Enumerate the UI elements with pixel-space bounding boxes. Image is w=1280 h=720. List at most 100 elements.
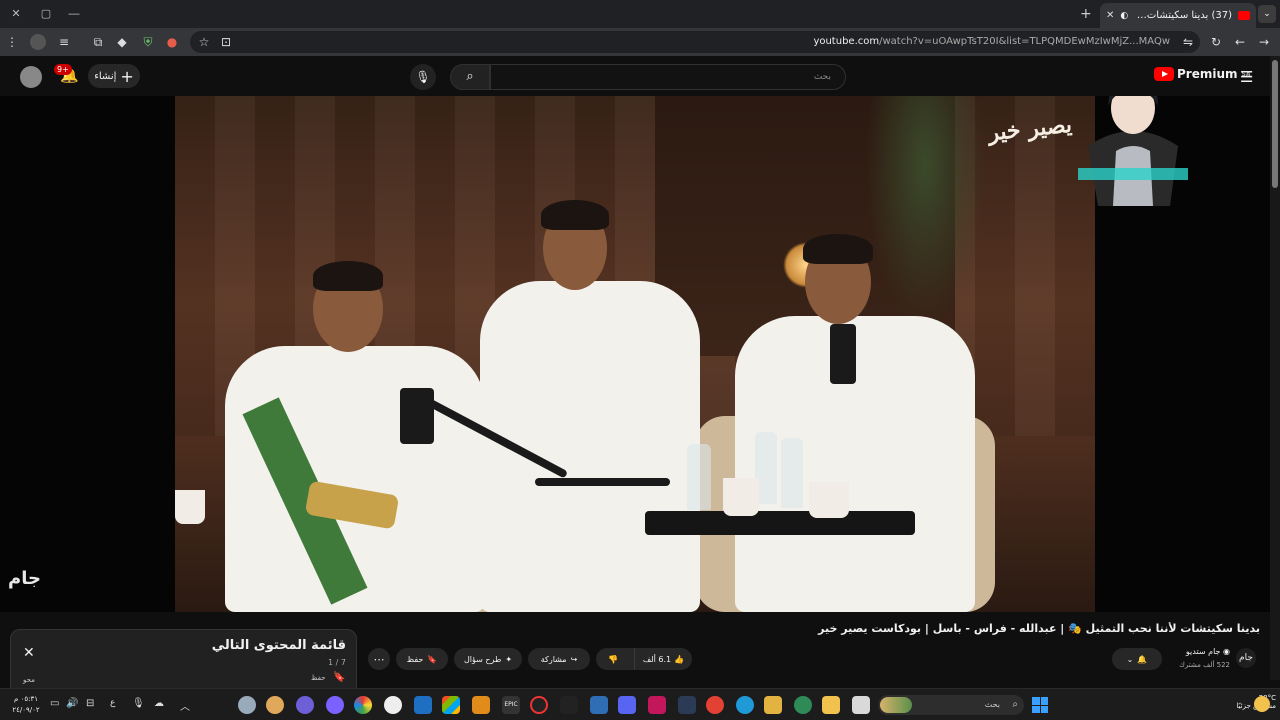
start-button[interactable] xyxy=(1032,697,1048,713)
bell-icon: 🔔 xyxy=(1137,654,1148,664)
thumbs-down-icon: 👎 xyxy=(608,654,618,664)
queue-title: قائمة المحتوى التالي xyxy=(211,638,346,653)
system-clock[interactable]: ٠٥:٣١ م ٢٤/٠٩/٠٢ xyxy=(8,694,44,716)
vtuber-avatar-overlay xyxy=(1058,96,1208,206)
taskbar-search-label: بحث xyxy=(984,700,1000,709)
app-w-icon[interactable] xyxy=(384,696,402,714)
mic-arm-center xyxy=(535,478,670,486)
mail-icon[interactable] xyxy=(590,696,608,714)
channel-avatar[interactable]: جام xyxy=(1236,648,1256,668)
task-view-icon[interactable] xyxy=(852,696,870,714)
extension-diamond-icon[interactable]: ◆ xyxy=(114,34,130,50)
taskbar-search[interactable]: ⌕ بحث xyxy=(878,695,1024,715)
queue-save-label[interactable]: حفظ xyxy=(311,674,326,682)
windows-taskbar: 28°C مشمس جزئيًا ⌕ بحث EPIC ︿ ☁ 🎙 ع ⊟ 🔊 … xyxy=(0,688,1280,720)
extension-flame-icon[interactable]: ● xyxy=(164,34,180,50)
app-face-icon[interactable] xyxy=(266,696,284,714)
install-app-icon[interactable]: ⊡ xyxy=(218,34,234,50)
tray-chevron-icon[interactable]: ︿ xyxy=(180,698,190,713)
site-settings-icon[interactable]: ⇋ xyxy=(1180,34,1196,50)
guide-menu-icon[interactable]: ☰ xyxy=(1240,68,1253,86)
extensions-icon[interactable]: ⧉ xyxy=(90,34,106,50)
audio-icon[interactable]: ◐ xyxy=(1120,11,1128,21)
app-window-icon[interactable] xyxy=(414,696,432,714)
voice-search-mic-icon[interactable]: 🎙 xyxy=(410,64,436,90)
queue-bookmark-icon[interactable]: 🔖 xyxy=(333,672,345,683)
forward-icon[interactable]: ← xyxy=(1232,34,1248,50)
file-explorer-icon[interactable] xyxy=(764,696,782,714)
water-bottle-1 xyxy=(687,444,711,510)
create-button[interactable]: + إنشاء xyxy=(88,64,140,88)
app-orb-icon[interactable] xyxy=(296,696,314,714)
tab-search-button[interactable]: ⌄ xyxy=(1258,5,1276,23)
video-title: بدينا سكيتشات لأننا نحب التمثيل 🎭 | عبدا… xyxy=(818,622,1260,635)
new-tab-button[interactable]: + xyxy=(1080,6,1092,22)
app-purple-icon[interactable] xyxy=(326,696,344,714)
tray-battery-icon[interactable]: ▭ xyxy=(50,698,59,709)
clock-date: ٢٤/٠٩/٠٢ xyxy=(12,706,40,714)
weather-widget[interactable]: 28°C مشمس جزئيًا xyxy=(1224,694,1276,712)
chrome-canary-icon[interactable] xyxy=(794,696,812,714)
search-highlight-image xyxy=(880,697,912,713)
store-icon[interactable] xyxy=(822,696,840,714)
subscription-bell-button[interactable]: 🔔 ⌄ xyxy=(1112,648,1162,670)
queue-clear-label[interactable]: محو xyxy=(23,676,35,684)
video-player[interactable]: يصير خير جام xyxy=(0,96,1270,612)
microphone-right xyxy=(830,324,856,384)
microphone-left xyxy=(400,388,434,444)
subscriber-count: 522 ألف مشترك xyxy=(1179,661,1230,669)
app-color-icon[interactable] xyxy=(354,696,372,714)
save-label: حفظ xyxy=(406,654,424,664)
more-actions-button[interactable]: ⋯ xyxy=(368,648,390,670)
epic-games-icon[interactable]: EPIC xyxy=(502,696,520,714)
app-gear-icon[interactable] xyxy=(238,696,256,714)
profile-icon[interactable] xyxy=(30,34,46,50)
like-count: 6.1 ألف xyxy=(642,654,672,664)
browser-menu-icon[interactable]: ⋮ xyxy=(4,34,20,50)
app-a-icon[interactable] xyxy=(648,696,666,714)
tray-mic-icon[interactable]: 🎙 xyxy=(132,698,145,709)
chrome-icon[interactable] xyxy=(706,696,724,714)
person-right-hair xyxy=(803,234,873,264)
tray-network-icon[interactable]: ⊟ xyxy=(86,698,94,709)
app-arrow-icon[interactable] xyxy=(472,696,490,714)
back-icon[interactable]: → xyxy=(1256,34,1272,50)
water-bottle-3 xyxy=(781,438,803,508)
discord-icon[interactable] xyxy=(618,696,636,714)
channel-watermark[interactable]: جام xyxy=(8,568,41,589)
search-button[interactable]: ⌕ xyxy=(450,64,490,90)
share-button[interactable]: ↪ مشاركة xyxy=(528,648,590,670)
bookmark-icon: 🔖 xyxy=(427,654,438,664)
reload-icon[interactable]: ↻ xyxy=(1208,34,1224,50)
edge-icon[interactable] xyxy=(736,696,754,714)
youtube-header: 🔔 9+ + إنشاء 🎙 ⌕ بحث Premium SA ☰ xyxy=(0,56,1280,96)
save-button[interactable]: 🔖 حفظ xyxy=(396,648,448,670)
minimize-window-icon[interactable]: ― xyxy=(66,6,82,22)
search-input[interactable]: بحث xyxy=(490,64,846,90)
ask-label: طرح سؤال xyxy=(463,654,502,664)
steam-icon[interactable] xyxy=(678,696,696,714)
extension-shield-icon[interactable]: ⛨ xyxy=(140,34,156,50)
close-icon[interactable]: ✕ xyxy=(23,645,35,661)
app-dark-icon[interactable] xyxy=(560,696,578,714)
ask-button[interactable]: ✦ طرح سؤال xyxy=(454,648,522,670)
close-window-icon[interactable]: ✕ xyxy=(8,6,24,22)
channel-name[interactable]: ◉ جام ستديو xyxy=(1160,647,1230,656)
record-icon[interactable] xyxy=(530,696,548,714)
language-indicator[interactable]: ع xyxy=(110,698,115,708)
address-bar[interactable]: youtube.com/watch?v=uOAwpTsT20I&list=TLP… xyxy=(190,31,1200,53)
media-control-icon[interactable]: ≡ xyxy=(56,34,72,50)
youtube-premium-logo[interactable]: Premium SA xyxy=(1154,67,1250,81)
microsoft-icon[interactable] xyxy=(442,696,460,714)
user-avatar[interactable] xyxy=(20,66,42,88)
browser-tab[interactable]: (37) بدينا سكيتشات لأننا نحب... ◐ ✕ xyxy=(1100,3,1256,28)
tab-close-icon[interactable]: ✕ xyxy=(1106,10,1114,21)
queue-count: 1 / 7 xyxy=(328,658,346,667)
bookmark-star-icon[interactable]: ☆ xyxy=(196,34,212,50)
maximize-window-icon[interactable]: ▢ xyxy=(38,6,54,22)
tray-onedrive-icon[interactable]: ☁ xyxy=(154,698,164,709)
scrollbar-thumb[interactable] xyxy=(1272,60,1278,188)
like-button[interactable]: 👍 6.1 ألف xyxy=(634,648,692,670)
dislike-button[interactable]: 👎 xyxy=(596,648,630,670)
tray-volume-icon[interactable]: 🔊 xyxy=(66,698,78,709)
